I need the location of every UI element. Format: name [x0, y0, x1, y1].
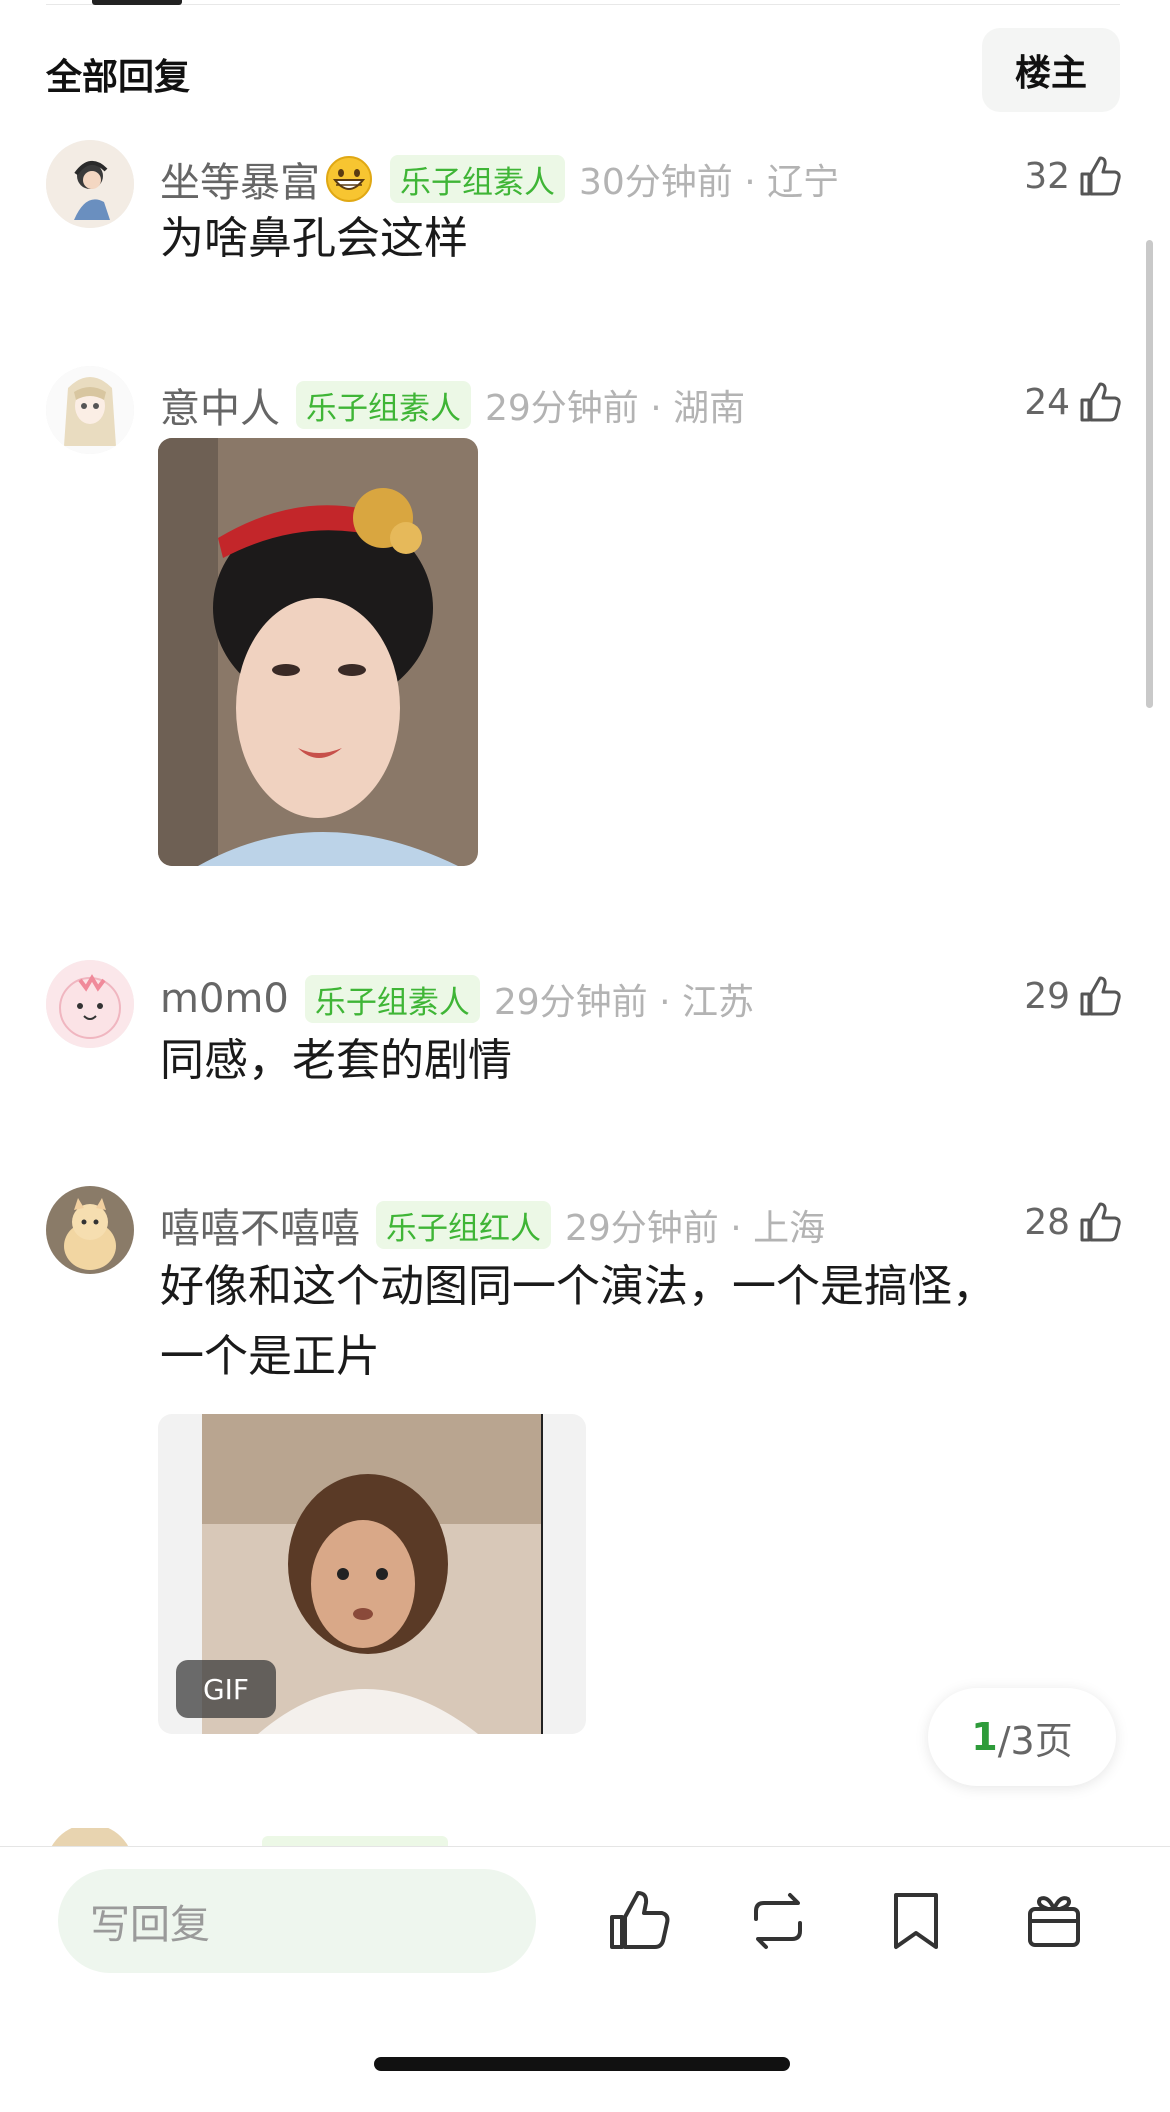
bookmark-icon[interactable]: [880, 1885, 952, 1957]
comment-meta: 嘻嘻不嘻嘻 乐子组红人 29分钟前 · 上海: [160, 1200, 826, 1252]
comment-item: m0m0 乐子组素人 29分钟前 · 江苏 29 同感，老套的剧情: [0, 960, 1170, 1100]
repost-icon[interactable]: [742, 1885, 814, 1957]
comment-time-location: 29分钟前 · 湖南: [485, 388, 746, 429]
gif-badge: GIF: [176, 1660, 276, 1718]
comment-time-location: 30分钟前 · 辽宁: [579, 162, 840, 203]
thumbs-up-icon: [1080, 156, 1121, 196]
username[interactable]: 坐等暴富: [160, 150, 320, 208]
total-pages: /3页: [997, 1718, 1073, 1763]
comment-item: 嘻嘻不嘻嘻 乐子组红人 29分钟前 · 上海 28 好像和这个动图同一个演法，一…: [0, 1186, 1170, 1746]
comment-meta: 坐等暴富 乐子组素人 30分钟前 · 辽宁: [160, 154, 840, 206]
comment-meta: 意中人 乐子组素人 29分钟前 · 湖南: [160, 380, 746, 432]
username[interactable]: 嘻嘻不嘻嘻: [160, 1196, 360, 1254]
thumbs-up-icon: [1080, 1202, 1121, 1242]
home-indicator[interactable]: [374, 2057, 790, 2071]
bottom-action-bar: 写回复: [0, 1846, 1170, 2112]
comment-item: 意中人 乐子组素人 29分钟前 · 湖南 24: [0, 366, 1170, 866]
replies-header: 全部回复 楼主: [46, 28, 1120, 112]
comment-text-line: 一个是正片: [160, 1331, 380, 1382]
comment-item: 坐等暴富 乐子组素人 30分钟前 · 辽宁 32 为啥鼻孔会这样: [0, 140, 1170, 300]
comment-time-location: 29分钟前 · 江苏: [493, 982, 754, 1023]
next-comment-peek: [0, 1828, 1170, 1848]
thumbs-up-icon: [1080, 382, 1121, 422]
thumbs-up-icon[interactable]: [604, 1885, 676, 1957]
username[interactable]: 意中人: [160, 376, 280, 434]
grinning-face-icon: [326, 156, 372, 202]
user-badge[interactable]: 乐子组素人: [304, 975, 480, 1023]
comment-time-location: 29分钟前 · 上海: [565, 1208, 826, 1249]
user-badge[interactable]: 乐子组素人: [390, 155, 565, 203]
current-page: 1: [971, 1715, 998, 1759]
like-button[interactable]: 32: [1024, 152, 1124, 200]
top-divider: [46, 4, 1120, 5]
op-filter-button[interactable]: 楼主: [982, 28, 1120, 112]
username[interactable]: m0m0: [160, 976, 289, 1022]
like-count: 24: [1024, 381, 1070, 423]
avatar[interactable]: [46, 1186, 134, 1274]
comment-meta: m0m0 乐子组素人 29分钟前 · 江苏: [160, 974, 754, 1024]
user-badge[interactable]: 乐子组素人: [296, 381, 471, 429]
avatar[interactable]: [46, 140, 134, 228]
thumbs-up-icon: [1080, 976, 1121, 1016]
like-button[interactable]: 28: [1024, 1198, 1124, 1246]
avatar[interactable]: [46, 366, 134, 454]
page-indicator[interactable]: 1/3页: [928, 1688, 1116, 1786]
user-badge[interactable]: 乐子组红人: [376, 1201, 551, 1249]
avatar[interactable]: [46, 960, 134, 1048]
comment-gif[interactable]: GIF: [158, 1414, 586, 1734]
comment-text-line: 好像和这个动图同一个演法，一个是搞怪，: [160, 1261, 996, 1312]
comment-text: 为啥鼻孔会这样: [160, 213, 468, 264]
comment-text: 同感，老套的剧情: [160, 1035, 512, 1086]
reply-input[interactable]: 写回复: [58, 1869, 536, 1973]
like-button[interactable]: 29: [1024, 972, 1124, 1020]
like-count: 29: [1024, 975, 1070, 1017]
like-count: 32: [1024, 155, 1070, 197]
active-tab-indicator: [92, 0, 182, 5]
comment-image[interactable]: [158, 438, 478, 866]
gift-icon[interactable]: [1018, 1885, 1090, 1957]
like-button[interactable]: 24: [1024, 378, 1124, 426]
all-replies-title: 全部回复: [46, 57, 191, 98]
like-count: 28: [1024, 1201, 1070, 1243]
